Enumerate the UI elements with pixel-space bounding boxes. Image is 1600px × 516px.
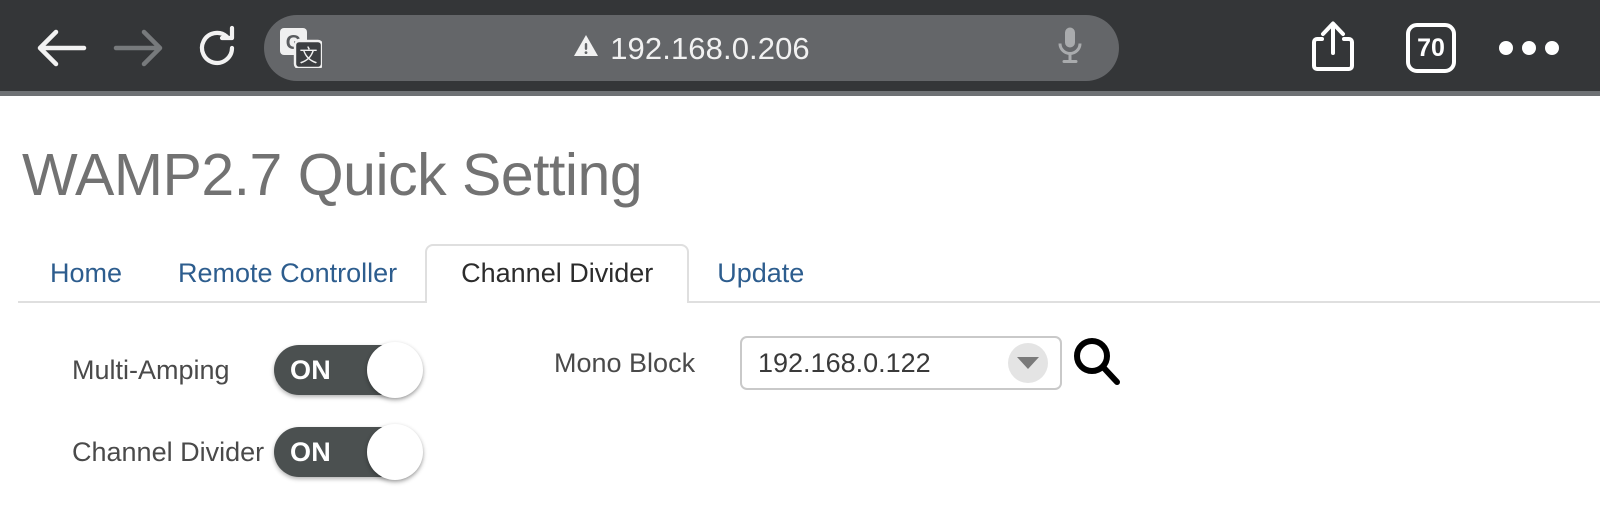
toggle-knob <box>367 342 423 398</box>
warning-triangle-icon <box>573 34 599 63</box>
tab-home[interactable]: Home <box>22 244 150 303</box>
tab-home-label: Home <box>50 258 123 288</box>
svg-text:文: 文 <box>300 46 318 66</box>
mono-block-group: Mono Block 192.168.0.122 <box>554 335 1124 391</box>
tab-update[interactable]: Update <box>689 244 832 303</box>
more-options-button[interactable] <box>1480 13 1578 83</box>
google-translate-icon[interactable]: G 文 <box>280 28 324 70</box>
mono-block-select[interactable]: 192.168.0.122 <box>740 336 1062 390</box>
arrow-right-icon <box>112 26 166 70</box>
multi-amping-toggle-state: ON <box>290 354 332 385</box>
channel-divider-toggle-state: ON <box>290 436 332 467</box>
browser-toolbar: G 文 192.168.0.206 70 <box>0 0 1600 96</box>
tab-list: Home Remote Controller Channel Divider U… <box>22 241 1582 305</box>
toolbar-right-group: 70 <box>1284 13 1578 83</box>
multi-amping-label: Multi-Amping <box>72 354 230 385</box>
mono-block-label: Mono Block <box>554 347 696 378</box>
settings-form: Multi-Amping ON Mono Block 192.168.0.122 <box>18 329 1582 493</box>
more-options-icon <box>1499 41 1559 55</box>
tab-bar: Home Remote Controller Channel Divider U… <box>18 241 1600 305</box>
mono-block-value: 192.168.0.122 <box>758 347 931 378</box>
share-button[interactable] <box>1284 13 1382 83</box>
tab-remote-controller[interactable]: Remote Controller <box>150 244 425 303</box>
mono-block-search-button[interactable] <box>1068 335 1124 391</box>
forward-button[interactable] <box>100 16 178 80</box>
toggle-knob <box>367 424 423 480</box>
tab-count-box: 70 <box>1406 23 1456 73</box>
microphone-icon[interactable] <box>1055 25 1085 72</box>
share-icon <box>1311 20 1355 77</box>
arrow-left-icon <box>34 26 88 70</box>
reload-icon <box>193 24 241 72</box>
tab-channel-divider[interactable]: Channel Divider <box>425 244 690 305</box>
multi-amping-toggle[interactable]: ON <box>274 342 423 398</box>
url-display[interactable]: 192.168.0.206 <box>264 33 1119 64</box>
address-bar[interactable]: G 文 192.168.0.206 <box>264 15 1119 81</box>
tab-count-label: 70 <box>1417 33 1445 62</box>
tab-remote-controller-label: Remote Controller <box>178 258 398 288</box>
reload-button[interactable] <box>178 16 256 80</box>
page-content: WAMP2.7 Quick Setting Home Remote Contro… <box>0 96 1600 511</box>
chevron-down-icon[interactable] <box>1008 343 1048 383</box>
tab-update-label: Update <box>717 258 805 288</box>
url-text: 192.168.0.206 <box>610 30 810 66</box>
page-title: WAMP2.7 Quick Setting <box>22 142 643 208</box>
row-channel-divider: Channel Divider ON <box>22 411 1582 493</box>
channel-divider-toggle[interactable]: ON <box>274 424 423 480</box>
tab-count-button[interactable]: 70 <box>1382 13 1480 83</box>
tab-channel-divider-label: Channel Divider <box>461 258 654 288</box>
search-icon <box>1070 335 1122 392</box>
back-button[interactable] <box>22 16 100 80</box>
channel-divider-label: Channel Divider <box>72 436 265 467</box>
